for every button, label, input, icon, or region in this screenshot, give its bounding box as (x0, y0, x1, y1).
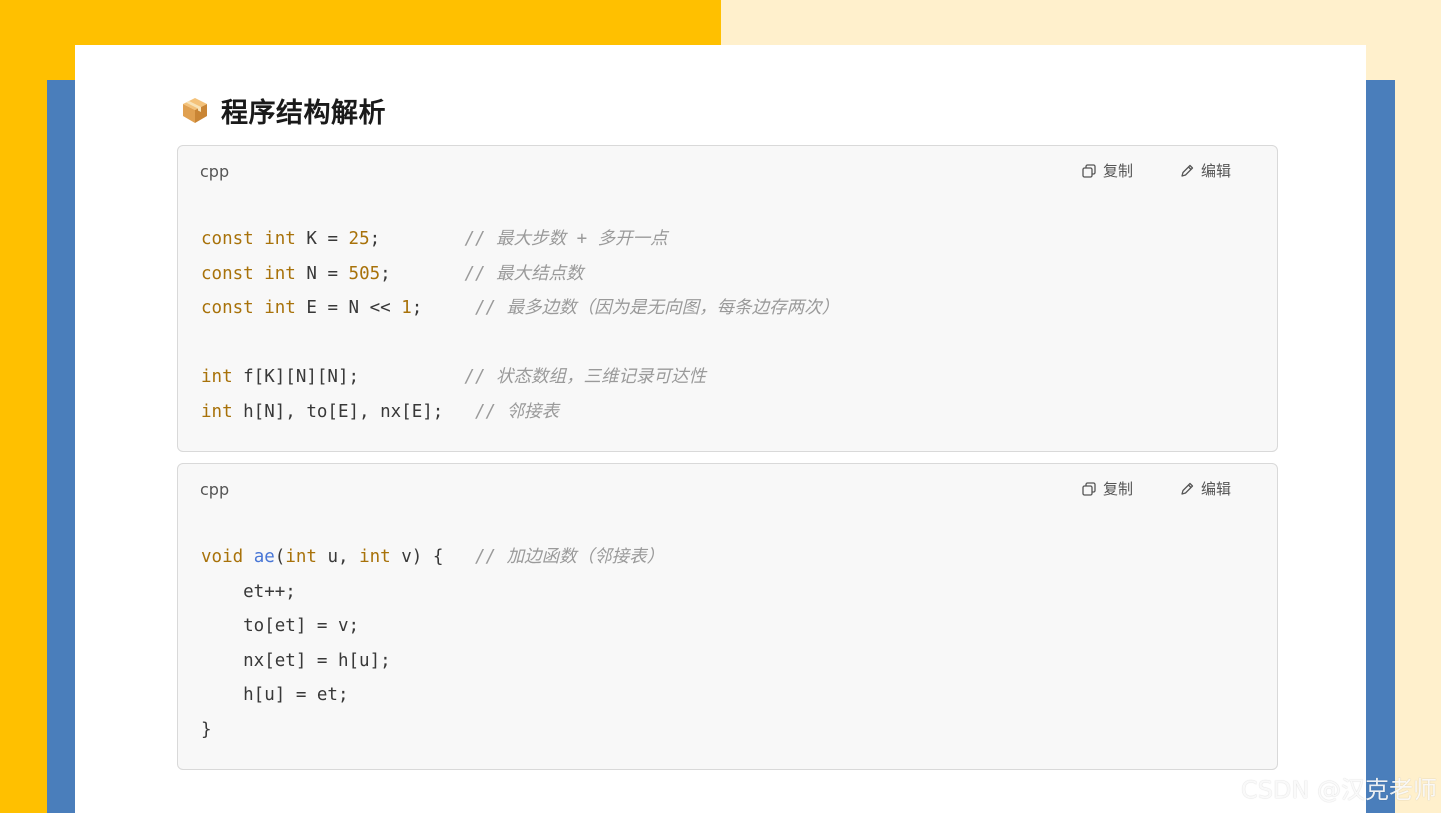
code-line: int h[N], to[E], nx[E]; // 邻接表 (201, 402, 559, 422)
code-line: to[et] = v; (201, 616, 359, 636)
copy-icon (1082, 163, 1096, 178)
code-number: 1 (401, 298, 412, 318)
code-function-name: ae (253, 547, 275, 567)
copy-icon (1082, 481, 1096, 496)
code-number: 25 (348, 229, 370, 249)
code-text: nx[et] = h[u]; (201, 650, 391, 671)
code-comment: // 加边函数（邻接表） (475, 547, 665, 567)
code-text: v) { (390, 547, 475, 567)
code-line: const int E = N << 1; // 最多边数（因为是无向图，每条边… (201, 298, 839, 318)
copy-button[interactable]: 复制 (1081, 160, 1133, 181)
code-line: const int N = 505; // 最大结点数 (201, 264, 584, 284)
code-keyword: const (201, 298, 254, 318)
code-comment: // 最大步数 + 多开一点 (464, 229, 668, 249)
copy-label: 复制 (1102, 480, 1133, 498)
code-line: } (201, 720, 212, 740)
code-keyword: int (264, 298, 296, 318)
code-line: int f[K][N][N]; // 状态数组，三维记录可达性 (201, 367, 706, 387)
code-language-label: cpp (200, 162, 230, 181)
code-text: E = N << (295, 298, 402, 318)
code-text: } (201, 719, 212, 740)
code-keyword: void (201, 547, 244, 567)
code-content[interactable]: void ae(int u, int v) { // 加边函数（邻接表） et+… (201, 540, 664, 747)
copy-button[interactable]: 复制 (1081, 478, 1133, 499)
code-content[interactable]: const int K = 25; // 最大步数 + 多开一点 const i… (201, 222, 839, 429)
code-language-label: cpp (200, 480, 230, 499)
code-keyword: int (285, 547, 317, 567)
code-keyword: int (201, 367, 233, 387)
code-line: const int K = 25; // 最大步数 + 多开一点 (201, 229, 668, 249)
copy-label: 复制 (1102, 162, 1133, 180)
code-block-constants: cpp 复制 编辑 const int K = 25; // 最大步数 + 多开… (177, 145, 1278, 452)
code-keyword: const (201, 229, 254, 249)
code-line: void ae(int u, int v) { // 加边函数（邻接表） (201, 547, 664, 567)
code-text: u, (316, 547, 360, 567)
code-line: et++; (201, 582, 296, 602)
code-text: ; (369, 229, 465, 249)
edit-pencil-icon (1181, 164, 1194, 177)
code-text: K = (295, 229, 349, 249)
code-text: ; (411, 298, 475, 318)
code-comment: // 最多边数（因为是无向图，每条边存两次） (474, 298, 840, 318)
code-text: N = (295, 263, 349, 284)
code-line: nx[et] = h[u]; (201, 651, 391, 671)
code-text: h[u] = et; (201, 685, 349, 705)
code-keyword: int (264, 229, 296, 249)
content-panel: 程序结构解析 cpp 复制 编辑 const int K = 25; // 最大… (75, 45, 1366, 813)
code-comment: // 状态数组，三维记录可达性 (464, 367, 707, 387)
edit-button[interactable]: 编辑 (1179, 478, 1231, 499)
code-comment: // 邻接表 (474, 401, 560, 422)
edit-label: 编辑 (1200, 162, 1231, 180)
code-text: to[et] = v; (201, 616, 360, 636)
code-text: ; (380, 263, 465, 284)
code-text: h[N], to[E], nx[E]; (232, 401, 475, 422)
code-text: f[K][N][N]; (232, 367, 465, 387)
code-keyword: int (201, 401, 233, 422)
edit-pencil-icon (1181, 482, 1194, 495)
code-keyword: const (201, 263, 254, 284)
code-number: 505 (348, 263, 381, 284)
code-block-actions: 复制 编辑 (1081, 478, 1231, 499)
page-title: 程序结构解析 (221, 97, 386, 129)
edit-button[interactable]: 编辑 (1179, 160, 1231, 181)
csdn-watermark: CSDN @汉克老师 (1240, 776, 1437, 804)
package-box-icon (183, 98, 207, 123)
code-keyword: int (264, 263, 296, 284)
code-text: et++; (201, 581, 296, 602)
section-heading: 程序结构解析 (181, 93, 386, 129)
edit-label: 编辑 (1200, 480, 1231, 498)
code-comment: // 最大结点数 (464, 263, 584, 284)
code-block-actions: 复制 编辑 (1081, 160, 1231, 181)
code-keyword: int (359, 547, 391, 567)
code-line: h[u] = et; (201, 685, 349, 705)
code-text: ( (274, 547, 286, 567)
code-block-add-edge-function: cpp 复制 编辑 void ae(int u, int v) { // 加边函… (177, 463, 1278, 770)
